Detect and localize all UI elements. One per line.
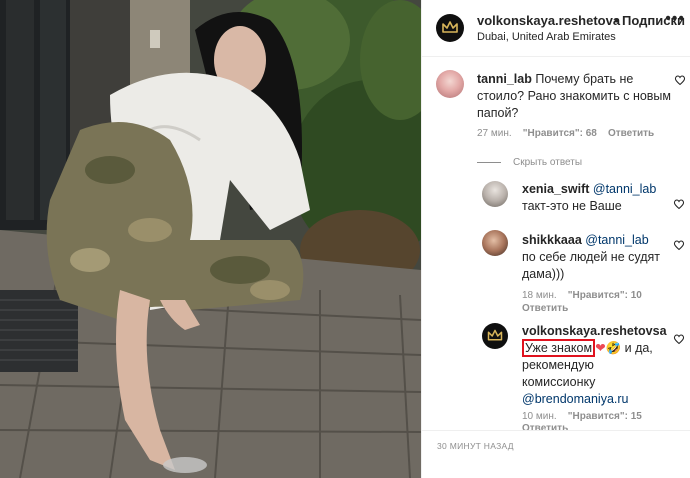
reply-time: 18 мин.: [522, 290, 557, 301]
reply-text: такт-это не Ваше: [522, 199, 622, 213]
hide-replies-line: [477, 161, 501, 163]
heart-icon[interactable]: [674, 74, 686, 86]
reply-avatar[interactable]: [482, 323, 508, 349]
reply-meta-second-line: Ответить: [522, 303, 568, 314]
reply-button[interactable]: Ответить: [608, 128, 654, 139]
reply-avatar[interactable]: [482, 181, 508, 207]
reply-avatar[interactable]: [482, 230, 508, 256]
post-time: 30 МИНУТ НАЗАД: [437, 441, 514, 451]
reply-body: shikkkaaa @tanni_lab по себе людей не су…: [522, 232, 662, 283]
reply-body: xenia_swift @tanni_lab такт-это не Ваше: [522, 181, 672, 215]
crown-icon: [442, 21, 458, 33]
post-location[interactable]: Dubai, United Arab Emirates: [477, 31, 616, 43]
comment-body: tanni_lab Почему брать не стоило? Рано з…: [477, 71, 673, 122]
reply-username[interactable]: xenia_swift: [522, 182, 589, 196]
more-icon[interactable]: •••: [665, 10, 685, 28]
reply-mention[interactable]: @brendomaniya.ru: [522, 392, 629, 406]
reply-meta: 10 мин. "Нравится": 15: [522, 411, 642, 422]
heart-icon[interactable]: [673, 333, 685, 345]
comment-time: 27 мин.: [477, 128, 512, 139]
comment-meta: 27 мин. "Нравится": 68 Ответить: [477, 128, 654, 139]
reply-button[interactable]: Ответить: [522, 303, 568, 314]
post-header: volkonskaya.reshetova • Подписки Dubai, …: [422, 0, 690, 57]
reply-username[interactable]: volkonskaya.reshetovsa: [522, 324, 667, 338]
crown-icon: [487, 329, 503, 341]
red-heart-emoji: ❤: [595, 341, 606, 355]
heart-icon[interactable]: [673, 239, 685, 251]
footer-divider: [422, 430, 690, 431]
reply-meta-second-line: Ответить: [522, 423, 568, 434]
post-photo[interactable]: [0, 0, 421, 478]
heart-icon[interactable]: [673, 198, 685, 210]
comment-likes[interactable]: "Нравится": 68: [523, 128, 597, 139]
post-photo-illustration: [0, 0, 421, 478]
author-username[interactable]: volkonskaya.reshetova: [477, 13, 620, 28]
reply-meta: 18 мин. "Нравится": 10: [522, 290, 642, 301]
post-comments-panel: volkonskaya.reshetova • Подписки Dubai, …: [421, 0, 690, 478]
reply-time: 10 мин.: [522, 411, 557, 422]
reply-text: по себе людей не судят дама))): [522, 250, 660, 281]
highlighted-text: Уже знаком: [522, 339, 596, 357]
reply-likes[interactable]: "Нравится": 10: [568, 290, 642, 301]
header-separator: •: [614, 13, 619, 28]
comment-avatar[interactable]: [436, 70, 464, 98]
reply-username[interactable]: shikkkaaa: [522, 233, 582, 247]
reply-button[interactable]: Ответить: [522, 423, 568, 434]
comment-username[interactable]: tanni_lab: [477, 72, 532, 86]
reply-mention[interactable]: @tanni_lab: [585, 233, 648, 247]
hide-replies-button[interactable]: Скрыть ответы: [477, 157, 582, 168]
author-avatar[interactable]: [436, 14, 464, 42]
reply-likes[interactable]: "Нравится": 15: [568, 411, 642, 422]
reply-mention[interactable]: @tanni_lab: [593, 182, 656, 196]
hide-replies-label: Скрыть ответы: [513, 157, 583, 168]
laughing-emoji: 🤣: [605, 341, 622, 355]
reply-body: volkonskaya.reshetovsa Уже знаком ❤🤣 и да…: [522, 323, 667, 408]
